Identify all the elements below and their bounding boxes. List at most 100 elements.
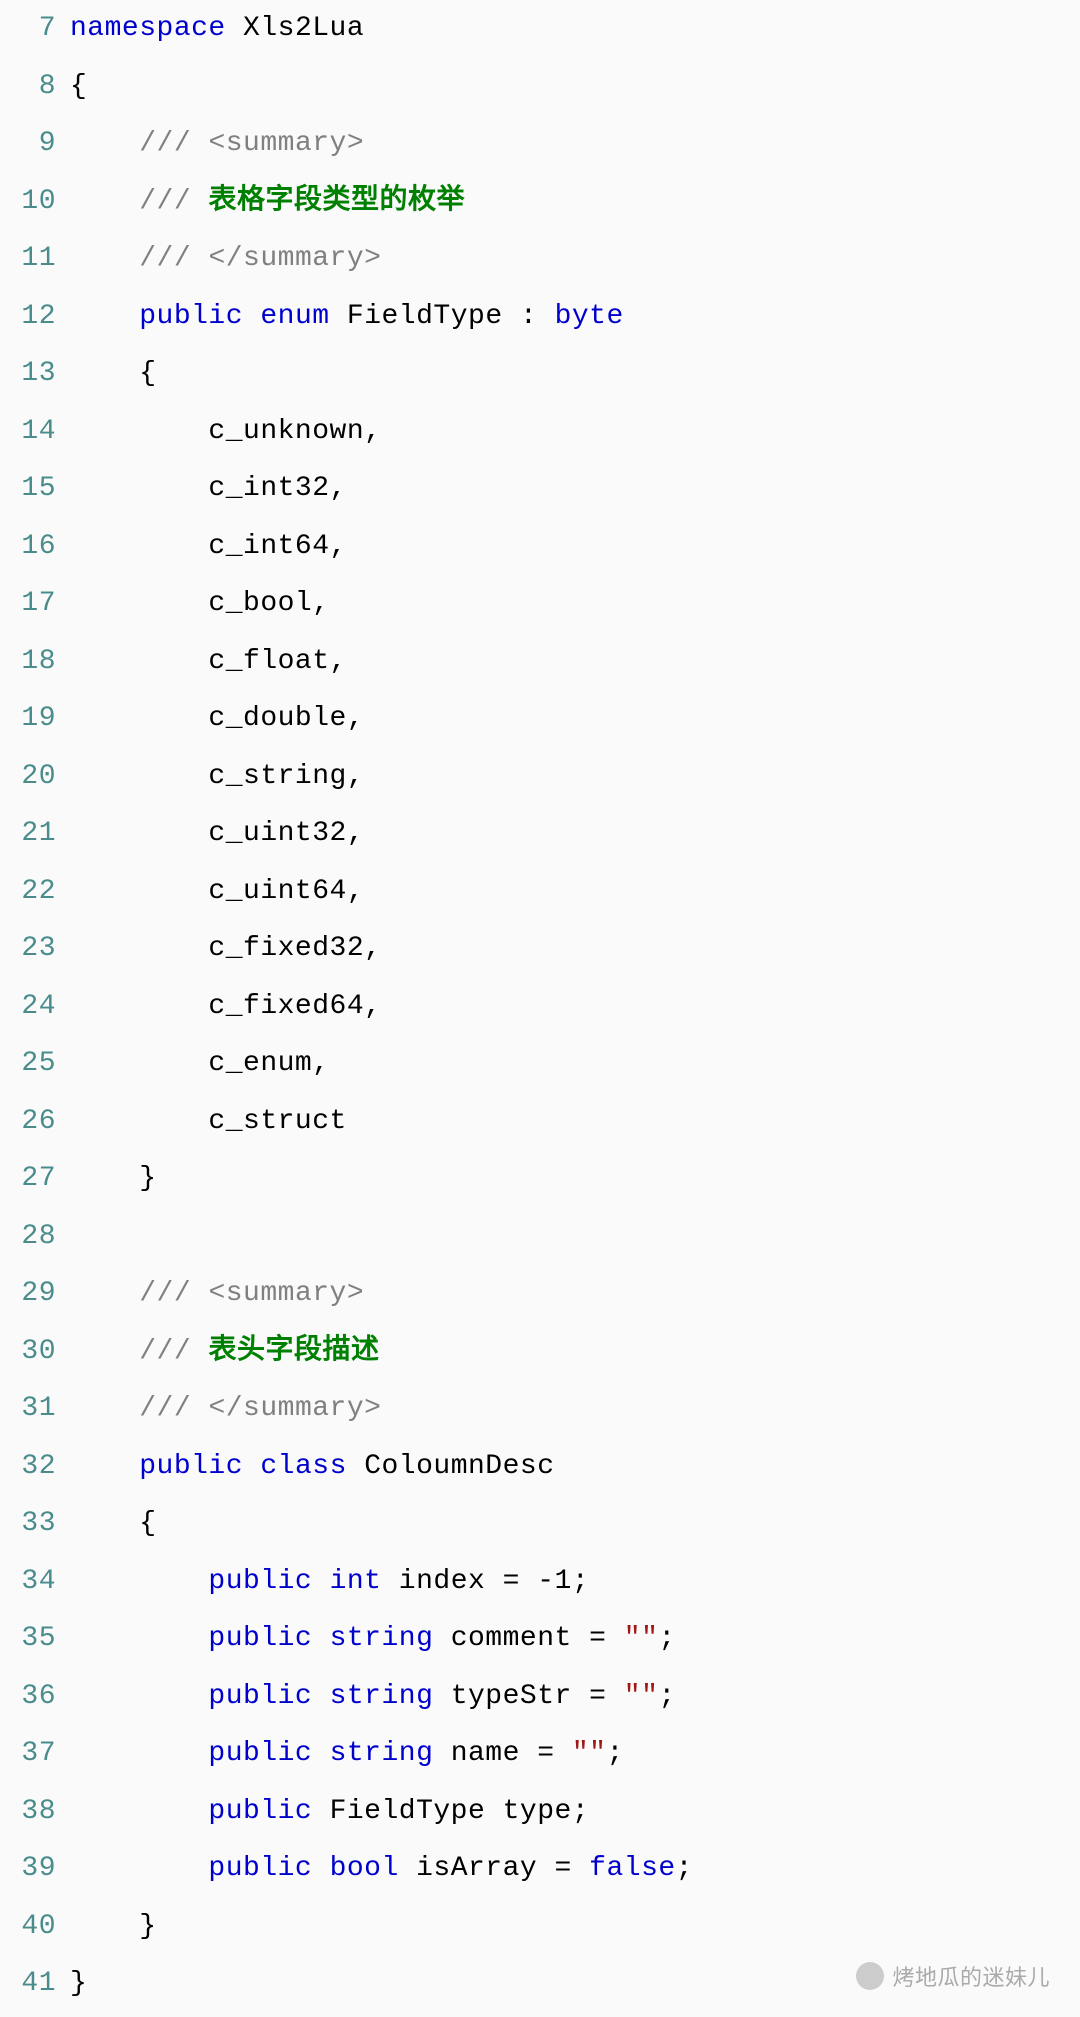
line-number: 23 xyxy=(0,920,56,978)
code-line: c_unknown, xyxy=(70,403,1080,461)
token: c_int64 xyxy=(208,531,329,562)
token xyxy=(485,1796,502,1827)
token: ; xyxy=(606,1738,623,1769)
line-number: 40 xyxy=(0,1898,56,1956)
token: } xyxy=(139,1911,156,1942)
token: type xyxy=(503,1796,572,1827)
line-number: 8 xyxy=(0,58,56,116)
token: string xyxy=(330,1623,434,1654)
token: c_unknown xyxy=(208,416,364,447)
token: 表格字段类型的枚举 xyxy=(208,186,465,217)
token: c_struct xyxy=(208,1106,346,1137)
token xyxy=(312,1738,329,1769)
token: public xyxy=(139,301,243,332)
token xyxy=(70,818,208,849)
line-number: 20 xyxy=(0,748,56,806)
token xyxy=(70,1393,139,1424)
line-number: 39 xyxy=(0,1840,56,1898)
line-number: 7 xyxy=(0,0,56,58)
token xyxy=(70,1681,208,1712)
token: c_fixed32 xyxy=(208,933,364,964)
code-line: c_fixed64, xyxy=(70,978,1080,1036)
token: c_fixed64 xyxy=(208,991,364,1022)
token: = xyxy=(589,1623,606,1654)
token: } xyxy=(70,1968,87,1999)
code-line: c_double, xyxy=(70,690,1080,748)
token xyxy=(70,1508,139,1539)
token: , xyxy=(347,761,364,792)
token: class xyxy=(260,1451,347,1482)
token: FieldType xyxy=(330,1796,486,1827)
line-number: 27 xyxy=(0,1150,56,1208)
code-line: /// 表格字段类型的枚举 xyxy=(70,173,1080,231)
token: c_double xyxy=(208,703,346,734)
token: c_int32 xyxy=(208,473,329,504)
token: public xyxy=(208,1738,312,1769)
token xyxy=(312,1623,329,1654)
token: comment xyxy=(451,1623,572,1654)
token xyxy=(70,531,208,562)
code-line: { xyxy=(70,1495,1080,1553)
token xyxy=(70,933,208,964)
token xyxy=(330,301,347,332)
code-line: c_int32, xyxy=(70,460,1080,518)
token: isArray xyxy=(416,1853,537,1884)
token xyxy=(70,1106,208,1137)
token xyxy=(70,416,208,447)
token: , xyxy=(330,473,347,504)
token: </summary> xyxy=(208,1393,381,1424)
token xyxy=(70,301,139,332)
code-line: public enum FieldType : byte xyxy=(70,288,1080,346)
token: ; xyxy=(572,1796,589,1827)
token xyxy=(70,186,139,217)
line-number: 21 xyxy=(0,805,56,863)
line-number: 41 xyxy=(0,1955,56,2013)
code-line: c_int64, xyxy=(70,518,1080,576)
line-number: 33 xyxy=(0,1495,56,1553)
token: </summary> xyxy=(208,243,381,274)
code-line xyxy=(70,1208,1080,1266)
code-area: namespace Xls2Lua{ /// <summary> /// 表格字… xyxy=(70,0,1080,2017)
token xyxy=(70,1796,208,1827)
token: name xyxy=(451,1738,520,1769)
token: c_uint32 xyxy=(208,818,346,849)
token xyxy=(503,301,520,332)
token xyxy=(572,1681,589,1712)
token: , xyxy=(364,416,381,447)
token xyxy=(70,646,208,677)
token xyxy=(70,128,139,159)
token xyxy=(70,1336,139,1367)
token: = xyxy=(589,1681,606,1712)
token xyxy=(572,1853,589,1884)
token xyxy=(555,1738,572,1769)
token: Xls2Lua xyxy=(243,13,364,44)
line-number: 30 xyxy=(0,1323,56,1381)
watermark: 烤地瓜的迷妹儿 xyxy=(856,1960,1050,1992)
token: , xyxy=(347,703,364,734)
token xyxy=(70,1163,139,1194)
token: namespace xyxy=(70,13,226,44)
token: typeStr xyxy=(451,1681,572,1712)
token: public xyxy=(208,1796,312,1827)
token: enum xyxy=(260,301,329,332)
token xyxy=(70,991,208,1022)
token xyxy=(312,1853,329,1884)
line-number: 32 xyxy=(0,1438,56,1496)
token: public xyxy=(208,1623,312,1654)
token xyxy=(312,1681,329,1712)
token xyxy=(70,1278,139,1309)
token: = xyxy=(555,1853,572,1884)
token xyxy=(70,1853,208,1884)
token: } xyxy=(139,1163,156,1194)
token xyxy=(70,473,208,504)
code-line: public int index = -1; xyxy=(70,1553,1080,1611)
token xyxy=(70,1048,208,1079)
code-line: c_uint64, xyxy=(70,863,1080,921)
token: index xyxy=(399,1566,486,1597)
token: /// xyxy=(139,128,208,159)
token: , xyxy=(347,876,364,907)
token: ; xyxy=(676,1853,693,1884)
line-number: 12 xyxy=(0,288,56,346)
token: , xyxy=(330,646,347,677)
token xyxy=(312,1566,329,1597)
